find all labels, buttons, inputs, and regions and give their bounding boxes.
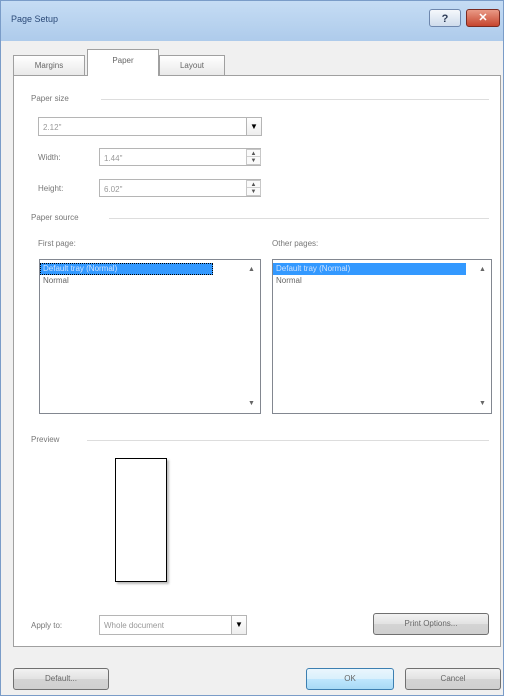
paper-size-select[interactable]: 2.12" ▼ [38,117,262,136]
divider [109,218,489,219]
height-spinner[interactable]: ▲ ▼ [246,180,261,196]
width-input[interactable]: 1.44" [99,148,261,166]
preview-heading: Preview [31,435,60,444]
default-button[interactable]: Default... [13,668,109,690]
triangle-down-icon[interactable]: ▼ [247,188,260,195]
height-label: Height: [38,184,64,193]
height-input[interactable]: 6.02" [99,179,261,197]
tab-margins[interactable]: Margins [13,55,85,75]
list-item[interactable]: Normal [40,275,260,287]
scrollbar[interactable]: ▲ ▼ [243,260,260,413]
title-bar: Page Setup ? ✕ [1,1,503,41]
height-value: 6.02" [104,185,123,194]
width-value: 1.44" [104,154,123,163]
other-pages-list[interactable]: Default tray (Normal) Normal ▲ ▼ [272,259,492,414]
apply-to-value: Whole document [104,621,165,630]
scrollbar[interactable]: ▲ ▼ [474,260,491,413]
print-options-button[interactable]: Print Options... [373,613,489,635]
page-preview [115,458,167,582]
triangle-down-icon[interactable]: ▼ [243,400,260,407]
paper-size-heading: Paper size [31,94,69,103]
width-label: Width: [38,153,61,162]
list-item[interactable]: Default tray (Normal) [273,263,466,275]
chevron-down-icon[interactable]: ▼ [231,616,246,634]
help-button[interactable]: ? [429,9,461,27]
width-spinner[interactable]: ▲ ▼ [246,149,261,165]
triangle-up-icon[interactable]: ▲ [474,266,491,273]
close-icon: ✕ [478,12,488,24]
divider [101,99,489,100]
ok-button[interactable]: OK [306,668,394,690]
tab-layout[interactable]: Layout [159,55,225,75]
page-setup-dialog: Page Setup ? ✕ Margins Paper Layout Pape… [0,0,504,696]
tab-paper[interactable]: Paper [87,49,159,76]
window-title: Page Setup [11,14,59,24]
triangle-down-icon[interactable]: ▼ [247,157,260,164]
apply-to-select[interactable]: Whole document ▼ [99,615,247,635]
cancel-button[interactable]: Cancel [405,668,501,690]
other-pages-label: Other pages: [272,239,319,248]
list-item[interactable]: Default tray (Normal) [40,263,213,275]
help-icon: ? [441,13,449,25]
close-button[interactable]: ✕ [466,9,500,27]
first-page-label: First page: [38,239,76,248]
divider [87,440,489,441]
triangle-down-icon[interactable]: ▼ [474,400,491,407]
chevron-down-icon[interactable]: ▼ [246,118,261,135]
paper-source-heading: Paper source [31,213,79,222]
first-page-list[interactable]: Default tray (Normal) Normal ▲ ▼ [39,259,261,414]
paper-size-value: 2.12" [43,123,62,132]
triangle-up-icon[interactable]: ▲ [247,181,260,188]
triangle-up-icon[interactable]: ▲ [243,266,260,273]
list-item[interactable]: Normal [273,275,491,287]
apply-to-label: Apply to: [31,621,63,630]
triangle-up-icon[interactable]: ▲ [247,150,260,157]
